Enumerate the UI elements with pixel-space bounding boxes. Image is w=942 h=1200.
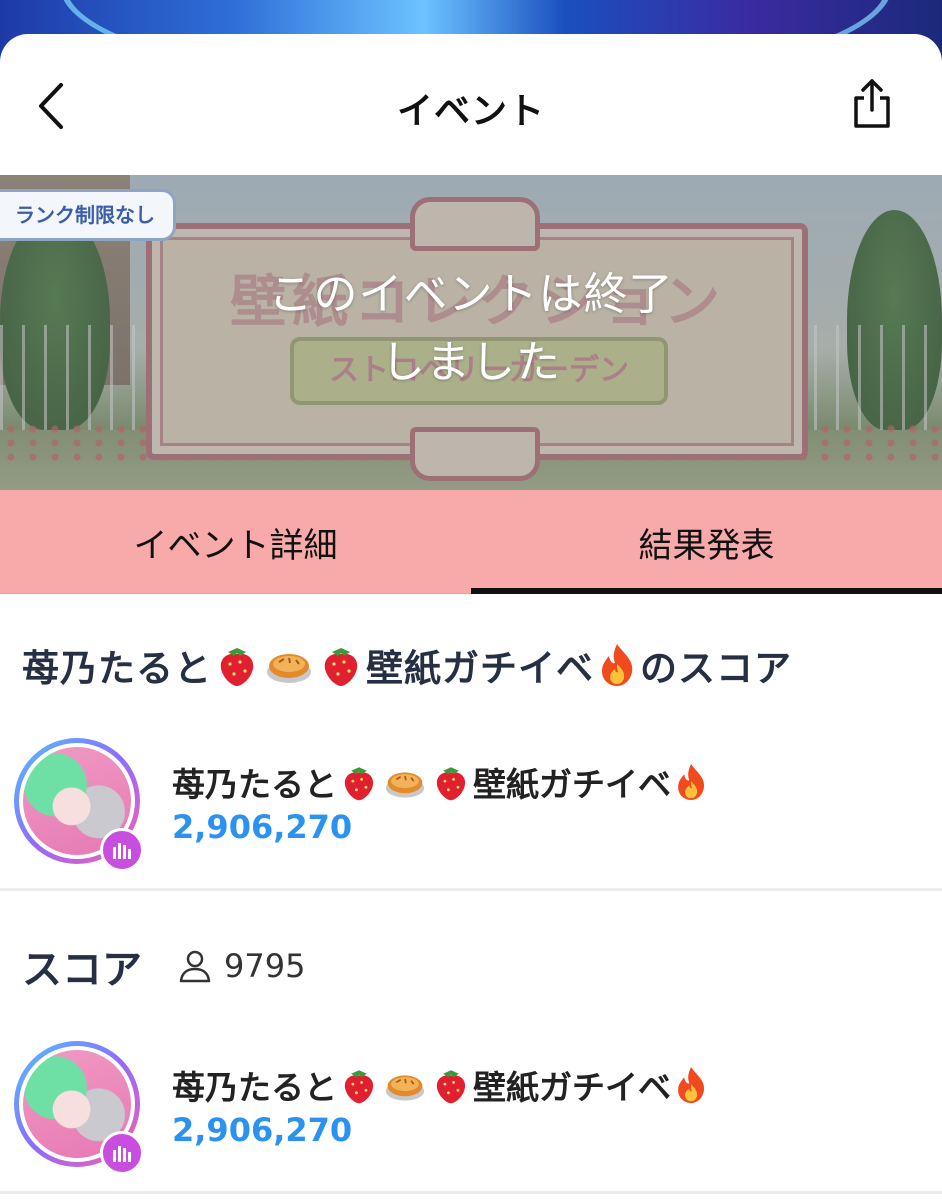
participant-count: 9795 [178,947,305,985]
pie-icon [383,762,427,802]
ranking-label: スコア [22,947,142,993]
tab-results[interactable]: 結果発表 [471,490,942,594]
strawberry-icon [339,762,379,802]
entry-score: 2,906,270 [172,1111,353,1149]
strawberry-icon [318,642,364,688]
pie-icon [383,1065,427,1105]
share-icon [854,79,890,128]
page-title: イベント [396,91,545,132]
entry-name-suffix: 壁紙ガチイベ [473,765,671,804]
fire-icon [673,1065,709,1105]
fire-icon [673,762,709,802]
tab-event-details[interactable]: イベント詳細 [0,490,471,594]
pie-icon [264,642,314,688]
title-user-name: 苺乃たると [22,647,212,690]
entry-name: 苺乃たると 壁紙ガチイベ [172,758,711,806]
section-divider [0,888,942,891]
entry-name-prefix: 苺乃たると [172,1068,337,1107]
strawberry-icon [431,762,471,802]
ranking-header: スコア 9795 [22,937,942,995]
fire-icon [596,642,638,688]
entry-name: 苺乃たると 壁紙ガチイベ [172,1061,711,1109]
event-ended-line-1: このイベントは終了 [268,269,674,320]
live-bars-icon [100,1131,144,1175]
strawberry-icon [431,1065,471,1105]
event-ended-message: このイベントは終了 しました [0,261,942,397]
tab-divider [0,593,942,594]
rank-limit-badge: ランク制限なし [0,189,176,241]
participant-count-value: 9795 [224,947,306,985]
tab-bar: イベント詳細 結果発表 [0,490,942,594]
strawberry-icon [214,642,260,688]
event-banner: 壁紙コレクション ストロベリーガーデン ランク制限なし このイベントは終了 しま… [0,175,942,490]
user-score-title: 苺乃たると 壁紙ガチイベ のスコア [22,638,942,692]
person-icon [179,950,211,983]
live-bars-icon [100,828,144,872]
ranking-entry[interactable]: 苺乃たると 壁紙ガチイベ 2,906,270 [0,1041,942,1191]
navigation-bar: イベント [0,34,942,175]
title-event-name: 壁紙ガチイベ [366,647,594,690]
strawberry-icon [339,1065,379,1105]
title-score-suffix: のスコア [640,647,792,690]
entry-name-prefix: 苺乃たると [172,765,337,804]
entry-name-suffix: 壁紙ガチイベ [473,1068,671,1107]
event-sheet: イベント 壁紙コレクション ストロベリーガーデン ランク制限なし このイベントは… [0,34,942,1200]
section-divider [0,1191,942,1194]
share-button[interactable] [848,76,896,132]
entry-score: 2,906,270 [172,808,353,846]
event-ended-line-2: しました [381,337,561,388]
user-score-entry[interactable]: 苺乃たると 壁紙ガチイベ 2,906,270 [0,738,942,888]
